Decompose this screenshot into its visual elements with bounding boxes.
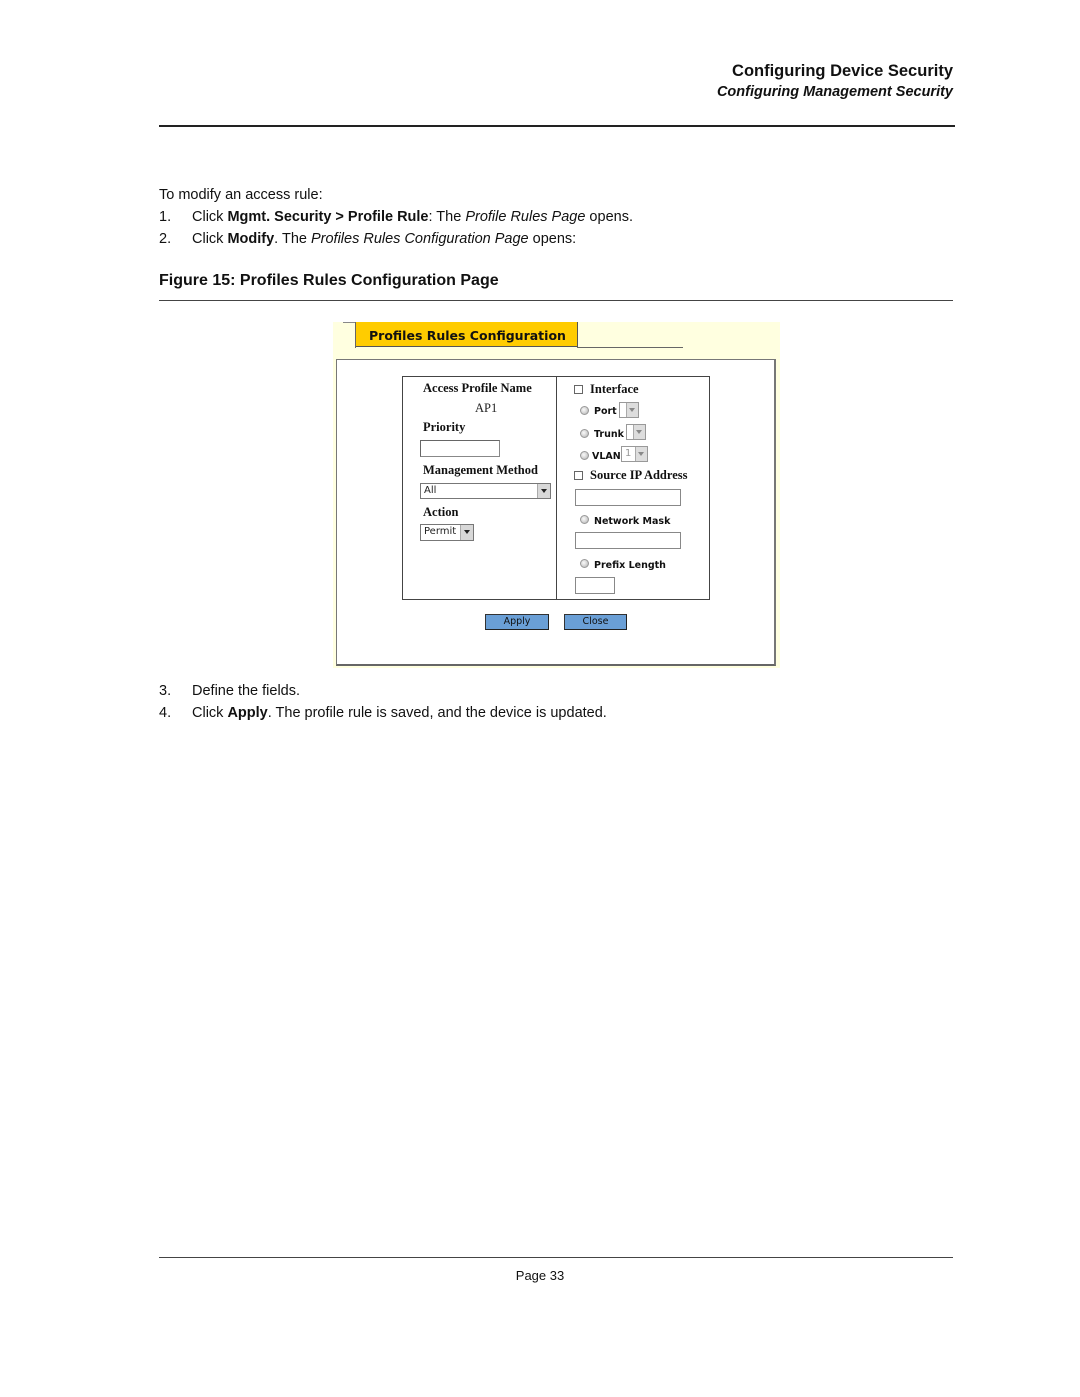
step-text: Click <box>192 231 228 247</box>
header-rule <box>159 125 955 127</box>
trunk-radio[interactable] <box>580 429 589 438</box>
step-2: 2. Click Modify. The Profiles Rules Confi… <box>159 231 576 247</box>
step-text: Define the fields. <box>192 683 301 699</box>
source-ip-input[interactable] <box>575 489 681 506</box>
port-radio[interactable] <box>580 406 589 415</box>
network-mask-input[interactable] <box>575 532 681 549</box>
step-text: Mgmt. Security > Profile Rule <box>227 209 429 225</box>
action-select[interactable]: Permit <box>420 524 474 541</box>
interface-checkbox[interactable] <box>574 385 583 394</box>
step-text: . The profile rule is saved, and the dev… <box>267 705 607 721</box>
step-1: 1. Click Mgmt. Security > Profile Rule: T… <box>159 209 633 225</box>
interface-label: Interface <box>590 382 639 396</box>
management-method-value: All <box>424 485 437 496</box>
vlan-radio[interactable] <box>580 451 589 460</box>
chevron-down-icon[interactable] <box>626 403 638 417</box>
step-text: Click <box>192 705 228 721</box>
trunk-label: Trunk <box>594 429 624 440</box>
prefix-length-input[interactable] <box>575 577 615 594</box>
step-text: Profile Rules Page <box>465 209 586 225</box>
chevron-down-icon[interactable] <box>635 447 647 461</box>
step-text: opens. <box>585 209 633 225</box>
figure-caption: Figure 15: Profiles Rules Configuration … <box>159 272 499 289</box>
access-profile-name-label: Access Profile Name <box>423 381 532 395</box>
source-ip-label: Source IP Address <box>590 468 688 482</box>
network-mask-label: Network Mask <box>594 516 671 527</box>
network-mask-radio[interactable] <box>580 515 589 524</box>
step-text: Click <box>192 209 228 225</box>
step-number: 1. <box>159 209 172 225</box>
chevron-down-icon[interactable] <box>537 484 550 498</box>
prefix-length-label: Prefix Length <box>594 560 666 571</box>
step-text: opens: <box>528 231 577 247</box>
step-number: 2. <box>159 231 172 247</box>
tab-profiles-rules-configuration[interactable]: Profiles Rules Configuration <box>356 322 578 347</box>
port-select[interactable] <box>619 402 639 418</box>
intro-text: To modify an access rule: <box>159 187 323 203</box>
priority-label: Priority <box>423 420 466 434</box>
step-text: Apply <box>227 705 268 721</box>
priority-input[interactable] <box>420 440 500 457</box>
figure-rule <box>159 300 953 301</box>
form-column-divider <box>556 376 557 600</box>
step-text: . The <box>274 231 311 247</box>
chapter-title: Configuring Device Security <box>732 62 953 80</box>
step-number: 4. <box>159 705 172 721</box>
action-label: Action <box>423 505 459 519</box>
vlan-select[interactable]: 1 <box>621 446 648 462</box>
tab-bar-line <box>577 347 683 348</box>
step-text: Modify <box>227 231 275 247</box>
step-4: 4. Click Apply. The profile rule is saved… <box>159 705 607 721</box>
close-button[interactable]: Close <box>564 614 627 630</box>
chevron-down-icon[interactable] <box>460 525 473 540</box>
port-label: Port <box>594 406 617 417</box>
management-method-label: Management Method <box>423 463 538 477</box>
apply-button[interactable]: Apply <box>485 614 549 630</box>
step-3: 3. Define the fields. <box>159 683 300 699</box>
chevron-down-icon[interactable] <box>633 425 645 439</box>
trunk-select[interactable] <box>626 424 646 440</box>
prefix-length-radio[interactable] <box>580 559 589 568</box>
step-text: : The <box>428 209 466 225</box>
vlan-label: VLAN <box>592 451 621 462</box>
page-number: Page 33 <box>515 1268 565 1283</box>
action-value: Permit <box>424 526 457 537</box>
footer-rule <box>159 1257 953 1258</box>
vlan-value: 1 <box>625 448 632 459</box>
access-profile-name-value: AP1 <box>475 401 498 415</box>
management-method-select[interactable]: All <box>420 483 551 499</box>
source-ip-checkbox[interactable] <box>574 471 583 480</box>
section-title: Configuring Management Security <box>716 84 953 100</box>
step-text: Profiles Rules Configuration Page <box>310 231 529 247</box>
step-number: 3. <box>159 683 172 699</box>
